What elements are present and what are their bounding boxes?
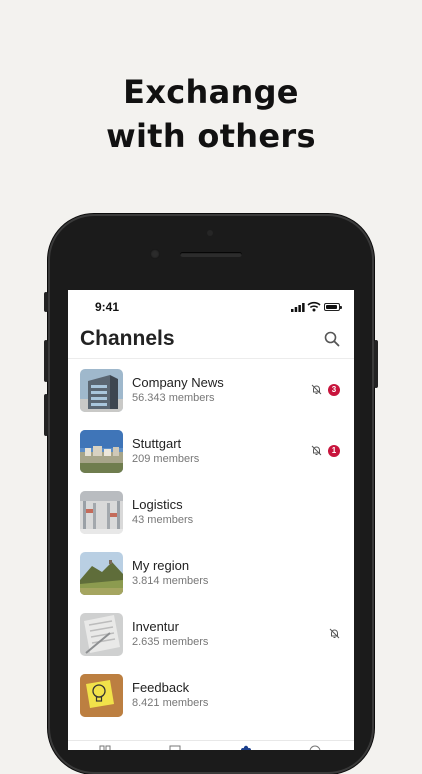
phone-screen: 9:41 Channels Company News 56.343 member… [68,290,354,750]
channel-member-count: 56.343 members [132,392,215,404]
channel-name: Company News [132,375,224,390]
channel-thumbnail [80,613,123,656]
headline-line-1: Exchange [123,73,299,111]
channel-thumbnail [80,491,123,534]
bell-muted-icon [311,384,322,395]
earpiece-speaker [180,252,242,257]
search-icon[interactable] [324,331,340,347]
headline: Exchange with others [0,70,422,158]
app-header: Channels [68,324,354,359]
battery-icon [324,303,342,311]
status-time: 9:41 [95,300,120,314]
channel-thumbnail [80,430,123,473]
help-tab-icon[interactable] [309,745,321,750]
channel-member-count: 209 members [132,453,200,465]
bell-muted-icon [329,628,340,639]
unread-badge: 3 [328,384,340,396]
channel-member-count: 43 members [132,514,194,526]
unread-badge: 1 [328,445,340,457]
status-bar: 9:41 [68,290,354,324]
dashboard-tab-icon[interactable] [99,745,111,750]
bottom-tab-bar [68,740,354,750]
channel-name: My region [132,558,190,573]
channel-row-company-news[interactable]: Company News 56.343 members 3 [68,359,354,420]
bell-muted-icon [311,445,322,456]
mute-switch [44,292,48,312]
channels-tab-icon[interactable] [240,745,252,750]
front-camera [150,249,160,259]
power-button [374,340,378,388]
wifi-icon [307,301,321,312]
channel-name: Stuttgart [132,436,182,451]
channel-row-logistics[interactable]: Logistics 43 members [68,481,354,542]
channel-name: Inventur [132,619,179,634]
channel-thumbnail [80,552,123,595]
volume-up-button [44,340,48,382]
channel-member-count: 3.814 members [132,575,209,587]
channel-row-my-region[interactable]: My region 3.814 members [68,542,354,603]
channel-member-count: 8.421 members [132,697,209,709]
channel-row-inventur[interactable]: Inventur 2.635 members [68,603,354,664]
channel-member-count: 2.635 members [132,636,209,648]
page-title: Channels [80,327,175,350]
channel-row-feedback[interactable]: Feedback 8.421 members [68,664,354,725]
channel-thumbnail [80,369,123,412]
headline-line-2: with others [106,117,316,155]
cellular-signal-icon [291,303,305,312]
channel-list: Company News 56.343 members 3 Stuttgart … [68,359,354,725]
volume-down-button [44,394,48,436]
channel-row-stuttgart[interactable]: Stuttgart 209 members 1 [68,420,354,481]
channel-thumbnail [80,674,123,717]
channel-name: Feedback [132,680,190,695]
sensor-dot [207,230,213,236]
channel-name: Logistics [132,497,183,512]
news-tab-icon[interactable] [169,745,181,750]
